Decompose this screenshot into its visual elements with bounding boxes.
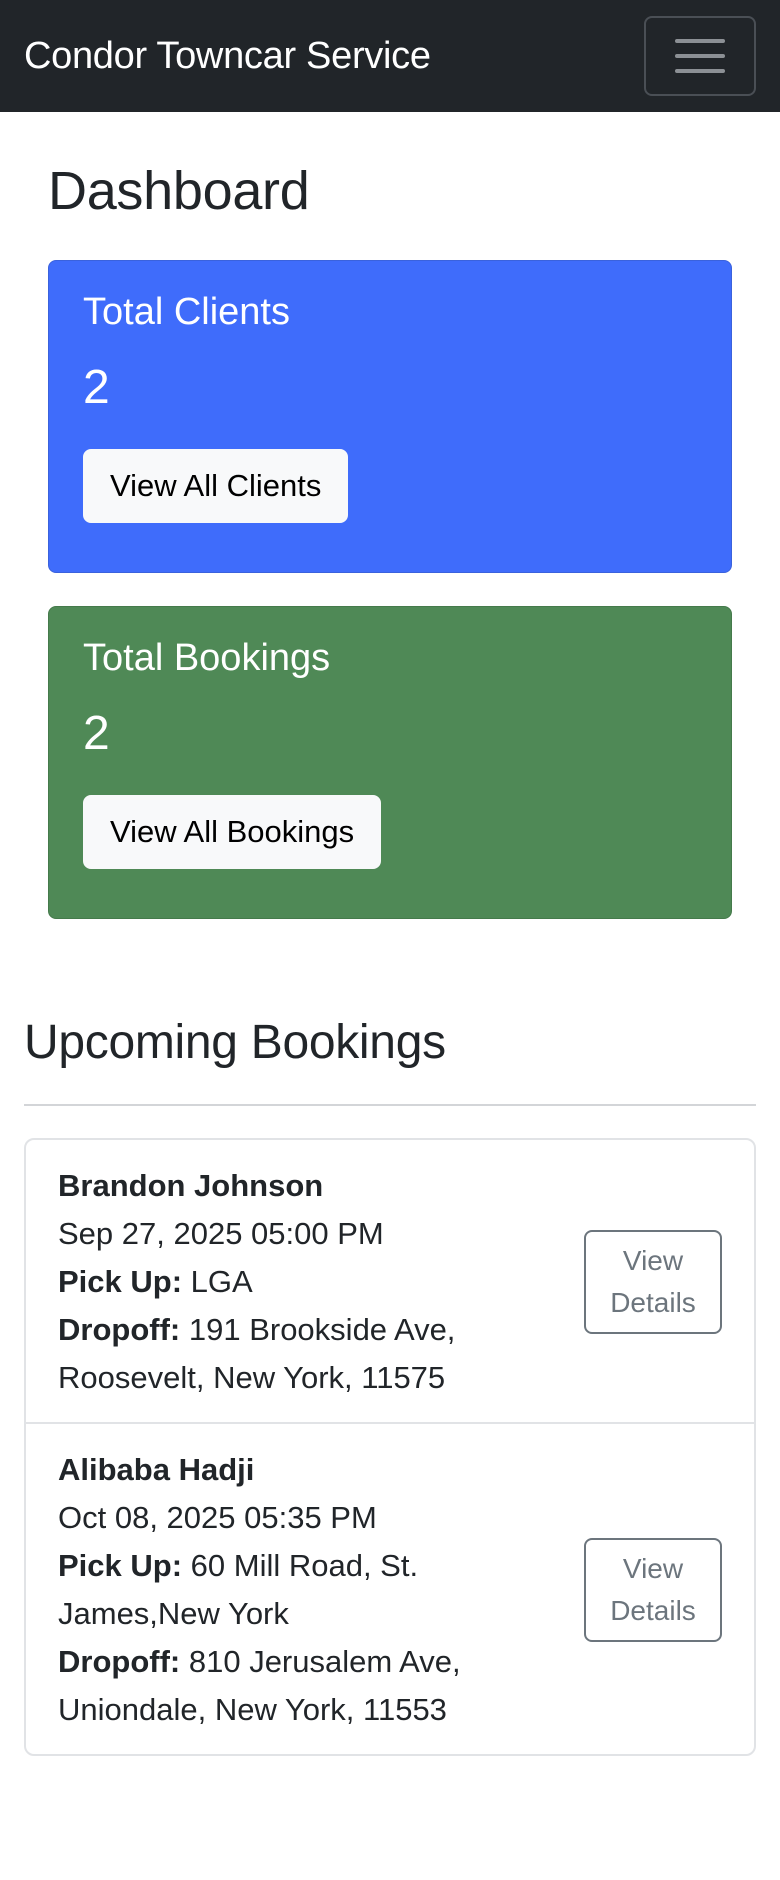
total-bookings-title: Total Bookings xyxy=(83,637,331,679)
hamburger-menu-icon-bar xyxy=(675,69,725,73)
hamburger-menu-icon-bar xyxy=(675,54,725,58)
hamburger-menu-icon xyxy=(675,39,725,43)
upcoming-bookings-section: Upcoming Bookings Brandon Johnson Sep 27… xyxy=(0,1015,780,1756)
booking-datetime: Oct 08, 2025 05:35 PM xyxy=(58,1500,377,1535)
main-content: Dashboard Total Clients 2 View All Clien… xyxy=(0,160,780,919)
booking-pickup: Pick Up: LGA xyxy=(58,1258,538,1306)
booking-client-name: Alibaba Hadji xyxy=(58,1452,255,1487)
total-bookings-value: 2 xyxy=(83,707,110,760)
navbar-toggler-button[interactable] xyxy=(644,16,756,96)
booking-dropoff: Dropoff: 191 Brookside Ave, Roosevelt, N… xyxy=(58,1306,538,1402)
upcoming-bookings-title: Upcoming Bookings xyxy=(24,1015,756,1106)
view-all-clients-button[interactable]: View All Clients xyxy=(83,449,349,523)
booking-list-item: Alibaba Hadji Oct 08, 2025 05:35 PM Pick… xyxy=(26,1422,754,1754)
view-all-bookings-button[interactable]: View All Bookings xyxy=(83,795,382,869)
total-clients-title: Total Clients xyxy=(83,291,290,333)
navbar: Condor Towncar Service xyxy=(0,0,780,112)
brand-link[interactable]: Condor Towncar Service xyxy=(24,35,431,78)
total-clients-card: Total Clients 2 View All Clients xyxy=(48,260,732,573)
booking-dropoff: Dropoff: 810 Jerusalem Ave, Uniondale, N… xyxy=(58,1638,538,1734)
booking-list-item: Brandon Johnson Sep 27, 2025 05:00 PM Pi… xyxy=(26,1140,754,1422)
booking-pickup: Pick Up: 60 Mill Road, St. James,New Yor… xyxy=(58,1542,538,1638)
pickup-label: Pick Up: xyxy=(58,1264,183,1299)
pickup-value: LGA xyxy=(190,1264,253,1299)
booking-info: Brandon Johnson Sep 27, 2025 05:00 PM Pi… xyxy=(58,1162,538,1402)
view-details-button[interactable]: View Details xyxy=(584,1538,722,1642)
dropoff-label: Dropoff: xyxy=(58,1312,181,1347)
total-bookings-card: Total Bookings 2 View All Bookings xyxy=(48,606,732,919)
booking-datetime: Sep 27, 2025 05:00 PM xyxy=(58,1216,384,1251)
dropoff-label: Dropoff: xyxy=(58,1644,181,1679)
booking-client-name: Brandon Johnson xyxy=(58,1168,324,1203)
booking-info: Alibaba Hadji Oct 08, 2025 05:35 PM Pick… xyxy=(58,1446,538,1734)
total-clients-value: 2 xyxy=(83,361,110,414)
view-details-button[interactable]: View Details xyxy=(584,1230,722,1334)
upcoming-bookings-list: Brandon Johnson Sep 27, 2025 05:00 PM Pi… xyxy=(24,1138,756,1756)
page-title: Dashboard xyxy=(48,161,310,221)
pickup-label: Pick Up: xyxy=(58,1548,183,1583)
